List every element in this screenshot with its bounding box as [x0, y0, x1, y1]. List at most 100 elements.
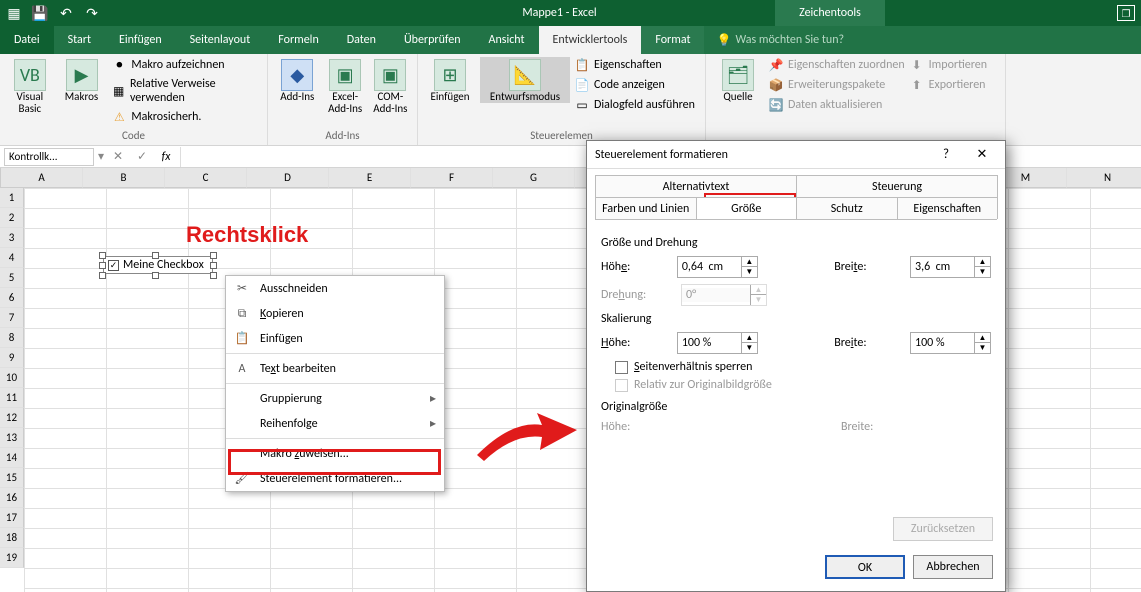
- tab-file[interactable]: Datei: [0, 26, 54, 54]
- xml-expansion-packs: 📦Erweiterungspakete: [768, 77, 885, 93]
- tab-format[interactable]: Format: [641, 26, 704, 54]
- width-input[interactable]: [911, 260, 974, 274]
- dlg-tab-alt-text[interactable]: Alternativtext: [595, 175, 797, 197]
- row-header[interactable]: 13: [0, 428, 24, 448]
- fx-icon[interactable]: fx: [156, 150, 176, 164]
- name-box[interactable]: [4, 148, 94, 166]
- ctx-copy[interactable]: ⧉Kopieren: [226, 301, 444, 326]
- lock-aspect-checkbox[interactable]: Seitenverhältnis sperren: [615, 360, 991, 374]
- save-icon[interactable]: 💾: [30, 3, 50, 23]
- ctx-paste[interactable]: 📋Einfügen: [226, 326, 444, 351]
- height-spinner[interactable]: ▲▼: [677, 256, 758, 278]
- window-title: Mappe1 - Excel: [102, 6, 1137, 20]
- tab-start[interactable]: Start: [54, 26, 105, 54]
- checkbox-label: Meine Checkbox: [123, 258, 204, 272]
- rotation-label: Drehung:: [601, 288, 671, 302]
- restore-window-icon[interactable]: ❐: [1117, 5, 1135, 21]
- redo-icon[interactable]: ↷: [82, 3, 102, 23]
- row-header[interactable]: 11: [0, 388, 24, 408]
- row-header[interactable]: 15: [0, 468, 24, 488]
- ctx-assign-macro[interactable]: Makro zuweisen...: [226, 441, 444, 466]
- ctx-grouping[interactable]: Gruppierung▸: [226, 386, 444, 411]
- close-button[interactable]: ✕: [967, 144, 997, 166]
- paste-icon: 📋: [234, 331, 250, 347]
- height-input[interactable]: [678, 260, 741, 274]
- cancel-button[interactable]: Abbrechen: [913, 555, 993, 579]
- scale-height-spinner[interactable]: ▲▼: [677, 332, 758, 354]
- view-code-button[interactable]: 📄Code anzeigen: [574, 77, 665, 93]
- enter-formula-icon[interactable]: ✓: [132, 149, 152, 164]
- tell-me[interactable]: 💡 Was möchten Sie tun?: [716, 33, 844, 48]
- column-header[interactable]: C: [165, 168, 247, 188]
- dlg-tab-size[interactable]: Größe: [696, 197, 798, 219]
- insert-control-button[interactable]: ⊞Einfügen: [424, 57, 476, 103]
- context-menu: ✂Ausschneiden ⧉Kopieren 📋Einfügen AText …: [225, 275, 445, 492]
- rotation-spinner: ▲▼: [681, 284, 767, 306]
- width-spinner[interactable]: ▲▼: [910, 256, 991, 278]
- row-header[interactable]: 4: [0, 248, 24, 268]
- column-header[interactable]: B: [83, 168, 165, 188]
- xml-map-props: 📌Eigenschaften zuordnen: [768, 57, 905, 73]
- cancel-formula-icon[interactable]: ✕: [108, 149, 128, 164]
- row-header[interactable]: 2: [0, 208, 24, 228]
- ctx-format-control[interactable]: 🖌Steuerelement formatieren...: [226, 466, 444, 491]
- column-header[interactable]: E: [329, 168, 411, 188]
- scale-height-input[interactable]: [678, 336, 741, 350]
- row-header[interactable]: 8: [0, 328, 24, 348]
- tab-developer[interactable]: Entwicklertools: [539, 26, 642, 54]
- row-header[interactable]: 19: [0, 548, 24, 568]
- properties-button[interactable]: 📋Eigenschaften: [574, 57, 662, 73]
- scale-width-spinner[interactable]: ▲▼: [910, 332, 991, 354]
- ok-button[interactable]: OK: [825, 555, 905, 579]
- relative-refs-button[interactable]: ▦Relative Verweise verwenden: [111, 77, 261, 105]
- column-header[interactable]: A: [1, 168, 83, 188]
- row-header[interactable]: 1: [0, 188, 24, 208]
- column-header[interactable]: D: [247, 168, 329, 188]
- tab-view[interactable]: Ansicht: [475, 26, 539, 54]
- orig-width-label: Breite:: [841, 420, 911, 434]
- scale-width-input[interactable]: [911, 336, 974, 350]
- macros-button[interactable]: ▶Makros: [58, 57, 106, 103]
- xml-source-button[interactable]: 🗂Quelle: [712, 57, 764, 103]
- column-header[interactable]: N: [1067, 168, 1141, 188]
- record-macro-button[interactable]: ●Makro aufzeichnen: [111, 57, 224, 73]
- design-mode-button[interactable]: 📐Entwurfsmodus: [480, 57, 570, 103]
- row-header[interactable]: 7: [0, 308, 24, 328]
- row-header[interactable]: 5: [0, 268, 24, 288]
- row-header[interactable]: 16: [0, 488, 24, 508]
- column-header[interactable]: G: [493, 168, 575, 188]
- quick-access-toolbar: ▦ 💾 ↶ ↷: [4, 3, 102, 23]
- dlg-tab-colors[interactable]: Farben und Linien: [595, 197, 697, 219]
- tab-data[interactable]: Daten: [333, 26, 390, 54]
- excel-addins-button[interactable]: ▣Excel-Add-Ins: [325, 57, 366, 115]
- ctx-edit-text[interactable]: AText bearbeiten: [226, 356, 444, 381]
- row-header[interactable]: 3: [0, 228, 24, 248]
- macro-security-button[interactable]: ⚠Makrosicherh.: [111, 109, 201, 125]
- dlg-tab-properties[interactable]: Eigenschaften: [897, 197, 999, 219]
- dlg-tab-protection[interactable]: Schutz: [796, 197, 898, 219]
- addins-button[interactable]: ◆Add-Ins: [274, 57, 321, 103]
- row-header[interactable]: 10: [0, 368, 24, 388]
- tab-formulas[interactable]: Formeln: [264, 26, 332, 54]
- help-button[interactable]: ?: [931, 144, 961, 166]
- com-addins-button[interactable]: ▣COM-Add-Ins: [370, 57, 411, 115]
- column-header[interactable]: F: [411, 168, 493, 188]
- ctx-cut[interactable]: ✂Ausschneiden: [226, 276, 444, 301]
- tab-review[interactable]: Überprüfen: [390, 26, 475, 54]
- row-header[interactable]: 17: [0, 508, 24, 528]
- tab-insert[interactable]: Einfügen: [105, 26, 176, 54]
- undo-icon[interactable]: ↶: [56, 3, 76, 23]
- tab-page-layout[interactable]: Seitenlayout: [176, 26, 265, 54]
- dlg-tab-control[interactable]: Steuerung: [796, 175, 998, 197]
- xml-export: ⬆Exportieren: [909, 77, 986, 93]
- row-header[interactable]: 18: [0, 528, 24, 548]
- row-header[interactable]: 6: [0, 288, 24, 308]
- visual-basic-button[interactable]: VBVisual Basic: [6, 57, 54, 115]
- ctx-order[interactable]: Reihenfolge▸: [226, 411, 444, 436]
- row-header[interactable]: 9: [0, 348, 24, 368]
- row-header[interactable]: 14: [0, 448, 24, 468]
- submenu-arrow-icon: ▸: [430, 391, 436, 406]
- run-dialog-button[interactable]: ▭Dialogfeld ausführen: [574, 97, 695, 113]
- dialog-titlebar[interactable]: Steuerelement formatieren ? ✕: [587, 141, 1005, 169]
- row-header[interactable]: 12: [0, 408, 24, 428]
